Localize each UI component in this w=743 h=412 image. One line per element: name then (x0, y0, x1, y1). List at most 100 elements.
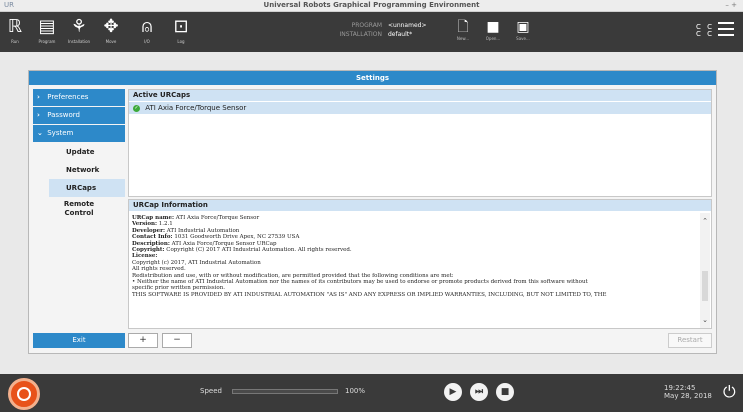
urcap-list-item[interactable]: ✓ ATI Axia Force/Torque Sensor (129, 102, 711, 114)
sidebar-item-network[interactable]: Network (49, 161, 125, 179)
io-icon: ⍝ (141, 16, 153, 37)
installation-tab[interactable]: ⚘ Installation (66, 15, 92, 49)
hamburger-menu-icon[interactable] (718, 22, 734, 40)
urcap-information-header: URCap Information (129, 200, 711, 211)
program-value: <unnamed> (388, 22, 427, 29)
sidebar-item-label: Preferences (47, 93, 89, 101)
save-button[interactable]: ▣ Save... (512, 18, 534, 41)
program-key: PROGRAM (351, 22, 382, 29)
chevron-right-icon: › (37, 93, 40, 101)
open-folder-icon: ■ (486, 19, 500, 35)
speed-value: 100% (345, 387, 366, 395)
program-tab-label: Program (38, 39, 56, 44)
log-tab[interactable]: ⊡ Log (168, 15, 194, 49)
installation-value: default* (388, 31, 413, 38)
run-tab-label: Run (11, 39, 19, 44)
cc-status: C C C C (696, 24, 714, 38)
sidebar-item-remote-control[interactable]: Remote Control (49, 197, 109, 223)
move-tab-label: Move (105, 39, 117, 44)
sidebar-item-system[interactable]: ⌄ System (33, 125, 125, 142)
urcap-information-text: URCap name: ATI Axia Force/Torque Sensor… (132, 215, 700, 327)
active-urcaps-header: Active URCaps (129, 90, 711, 101)
window-titlebar: UR Universal Robots Graphical Programmin… (0, 0, 743, 12)
ur-logo-icon: ℝ (7, 16, 23, 37)
name-value: ATI Axia Force/Torque Sensor (175, 215, 260, 221)
check-icon: ✓ (133, 104, 140, 112)
program-icon: ▤ (38, 16, 56, 37)
io-tab-label: I/O (144, 39, 150, 44)
clock-time: 19:22:45 (664, 384, 696, 392)
shutdown-icon[interactable]: ⏻ (723, 382, 736, 402)
active-urcaps-list: Active URCaps ✓ ATI Axia Force/Torque Se… (128, 89, 712, 197)
play-button[interactable]: ▶ (444, 383, 462, 401)
developer-value: ATI Industrial Automation (166, 227, 240, 234)
io-tab[interactable]: ⍝ I/O (134, 15, 160, 49)
sidebar-item-preferences[interactable]: › Preferences (33, 89, 125, 106)
installation-key: INSTALLATION (339, 31, 382, 38)
settings-title: Settings (29, 71, 716, 85)
urcap-information: URCap Information URCap name: ATI Axia F… (128, 199, 712, 329)
urcap-name: ATI Axia Force/Torque Sensor (145, 104, 247, 112)
contact-label: Contact Info: (132, 234, 173, 241)
clock: 19:22:45 May 28, 2018 (664, 384, 712, 400)
version-value: 1.2.1 (158, 221, 173, 228)
save-icon: ▣ (516, 19, 530, 35)
developer-label: Developer: (132, 227, 165, 234)
sidebar-item-update[interactable]: Update (49, 143, 125, 161)
new-button-label: New... (456, 36, 470, 41)
sidebar-item-label: Password (47, 111, 80, 119)
chevron-right-icon: › (37, 111, 40, 119)
description-value: ATI Axia Force/Torque Sensor URCap (171, 240, 277, 247)
info-scrollbar[interactable]: ⌃ ⌄ (700, 213, 710, 328)
save-button-label: Save... (516, 36, 530, 41)
new-file-icon: 🗋 (457, 19, 469, 35)
settings-sidebar: › Preferences › Password ⌄ System Update… (33, 89, 125, 223)
sidebar-item-urcaps[interactable]: URCaps (49, 179, 125, 197)
window-title: Universal Robots Graphical Programming E… (263, 1, 480, 9)
move-tab[interactable]: ✥ Move (98, 15, 124, 49)
log-icon: ⊡ (173, 16, 189, 37)
speed-slider[interactable] (232, 389, 338, 394)
exit-button[interactable]: Exit (33, 333, 125, 348)
copyright-label: Copyright: (132, 247, 165, 254)
installation-icon: ⚘ (70, 16, 88, 37)
scroll-up-icon[interactable]: ⌃ (700, 217, 710, 225)
sidebar-item-password[interactable]: › Password (33, 107, 125, 124)
new-button[interactable]: 🗋 New... (452, 18, 474, 41)
installation-tab-label: Installation (67, 39, 91, 44)
run-tab[interactable]: ℝ Run (2, 15, 28, 49)
window-controls[interactable]: – + (725, 1, 737, 9)
scroll-down-icon[interactable]: ⌄ (700, 316, 710, 324)
clock-date: May 28, 2018 (664, 392, 712, 400)
step-icon: ⏭ (474, 387, 484, 397)
program-tab[interactable]: ▤ Program (34, 15, 60, 49)
main-toolbar: ℝ Run ▤ Program ⚘ Installation ✥ Move ⍝ … (0, 12, 743, 52)
status-footer: Speed 100% ▶ ⏭ ■ 19:22:45 May 28, 2018 ⏻ (0, 374, 743, 412)
chevron-down-icon: ⌄ (37, 129, 43, 137)
power-ring-icon (17, 387, 31, 401)
name-label: URCap name: (132, 215, 174, 221)
stop-button[interactable]: ■ (496, 383, 514, 401)
license-label: License: (132, 253, 158, 260)
scrollbar-thumb[interactable] (702, 271, 708, 301)
license-line: THIS SOFTWARE IS PROVIDED BY ATI INDUSTR… (132, 291, 607, 298)
speed-label: Speed (200, 387, 222, 395)
power-status-button[interactable] (8, 378, 40, 410)
copyright-value: Copyright (C) 2017 ATI Industrial Automa… (166, 247, 352, 254)
description-label: Description: (132, 240, 170, 247)
contact-value: 1031 Goodworth Drive Apex, NC 27539 USA (174, 234, 300, 241)
open-button[interactable]: ■ Open... (482, 18, 504, 41)
stop-icon: ■ (500, 387, 510, 397)
move-icon: ✥ (103, 16, 119, 37)
remove-urcap-button[interactable]: − (162, 333, 192, 348)
log-tab-label: Log (177, 39, 185, 44)
add-urcap-button[interactable]: + (128, 333, 158, 348)
settings-panel: Settings › Preferences › Password ⌄ Syst… (28, 70, 717, 354)
program-info: PROGRAM <unnamed> INSTALLATION default* (330, 21, 450, 39)
version-label: Version: (132, 221, 158, 228)
open-button-label: Open... (485, 36, 501, 41)
play-icon: ▶ (449, 387, 457, 397)
step-button[interactable]: ⏭ (470, 383, 488, 401)
cc-bottom: C C (696, 30, 715, 38)
restart-button[interactable]: Restart (668, 333, 712, 348)
